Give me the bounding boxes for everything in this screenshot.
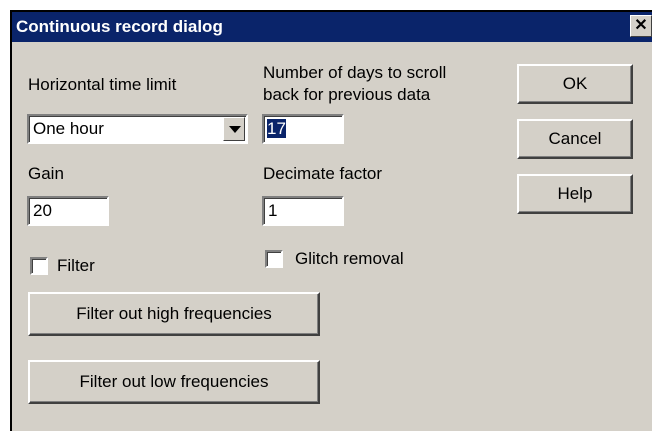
horizontal-time-limit-value: One hour bbox=[33, 119, 104, 138]
title-bar: Continuous record dialog ✕ bbox=[12, 12, 652, 42]
continuous-record-dialog: Continuous record dialog ✕ Horizontal ti… bbox=[10, 10, 652, 431]
days-scroll-back-input[interactable]: 17 bbox=[262, 114, 344, 144]
cancel-button[interactable]: Cancel bbox=[517, 119, 633, 159]
horizontal-time-limit-dropdown[interactable]: One hour bbox=[27, 114, 248, 144]
filter-checkbox-label: Filter bbox=[57, 256, 95, 275]
glitch-removal-label: Glitch removal bbox=[295, 249, 404, 268]
decimate-factor-value: 1 bbox=[268, 201, 278, 220]
gain-label: Gain bbox=[28, 164, 64, 183]
horizontal-time-limit-label: Horizontal time limit bbox=[28, 75, 177, 94]
close-button[interactable]: ✕ bbox=[630, 15, 652, 37]
help-button[interactable]: Help bbox=[517, 174, 633, 214]
chevron-down-icon[interactable] bbox=[223, 117, 245, 141]
ok-button[interactable]: OK bbox=[517, 64, 633, 104]
close-icon: ✕ bbox=[634, 17, 648, 34]
glitch-removal-checkbox[interactable] bbox=[265, 250, 283, 268]
filter-high-frequencies-button[interactable]: Filter out high frequencies bbox=[28, 292, 320, 336]
gain-input[interactable]: 20 bbox=[27, 196, 109, 226]
decimate-factor-input[interactable]: 1 bbox=[262, 196, 344, 226]
dialog-title: Continuous record dialog bbox=[16, 17, 223, 36]
gain-value: 20 bbox=[33, 201, 52, 220]
days-scroll-back-value: 17 bbox=[267, 119, 286, 138]
filter-checkbox[interactable] bbox=[30, 257, 48, 275]
filter-low-frequencies-button[interactable]: Filter out low frequencies bbox=[28, 360, 320, 404]
decimate-factor-label: Decimate factor bbox=[263, 164, 383, 183]
days-scroll-back-label: Number of days to scroll back for previo… bbox=[263, 63, 447, 104]
